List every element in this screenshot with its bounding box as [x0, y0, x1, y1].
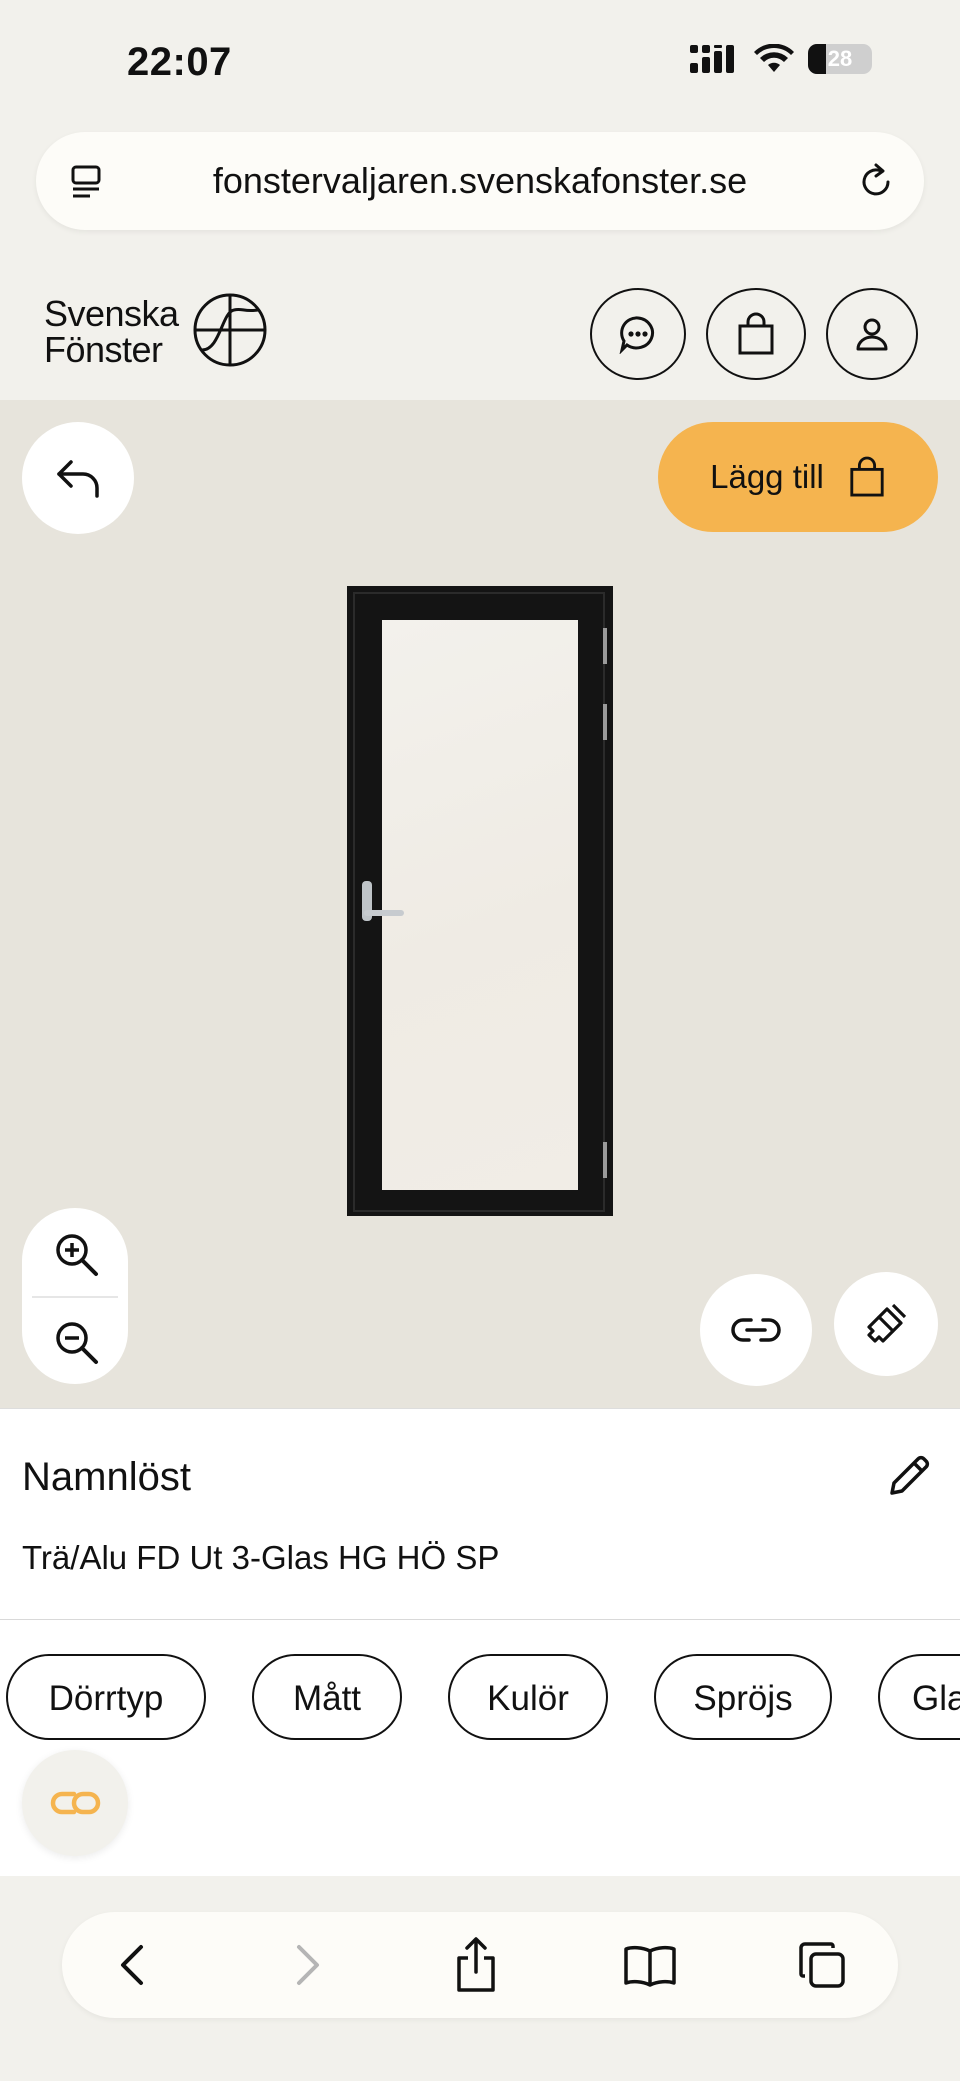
- tab-dorrtyp[interactable]: Dörrtyp: [6, 1654, 206, 1740]
- status-time: 22:07: [127, 40, 232, 84]
- tabs-overview-button[interactable]: [792, 1935, 852, 1995]
- battery-level: 28: [827, 46, 853, 71]
- undo-icon: [57, 460, 99, 498]
- brand-line-2: Fönster: [44, 329, 163, 370]
- brush-icon: [867, 1303, 907, 1343]
- link-icon: [731, 1318, 781, 1342]
- zoom-controls: [22, 1208, 128, 1384]
- product-viewer: Lägg till: [0, 400, 960, 1408]
- back-button[interactable]: [102, 1935, 162, 1995]
- pencil-icon[interactable]: [884, 1451, 934, 1501]
- share-icon: [457, 1937, 495, 1992]
- product-name: Namnlöst: [22, 1455, 191, 1499]
- door-hinge-bottom: [603, 1142, 607, 1178]
- cart-button[interactable]: [706, 288, 806, 380]
- undo-button[interactable]: [22, 422, 134, 534]
- door-hinge-top: [603, 628, 607, 664]
- chat-icon: [619, 316, 654, 354]
- bag-icon: [850, 456, 884, 497]
- brand-logo-text[interactable]: Svenska Fönster: [44, 296, 179, 368]
- back-icon: [121, 1945, 143, 1985]
- share-button[interactable]: [446, 1935, 506, 1995]
- share-link-button[interactable]: [700, 1274, 812, 1386]
- forward-button[interactable]: [278, 1935, 338, 1995]
- color-paint-button[interactable]: [834, 1272, 938, 1376]
- brand-line-1: Svenska: [44, 293, 179, 334]
- zoom-divider: [32, 1296, 118, 1298]
- signal-icon: [690, 45, 734, 73]
- chat-button[interactable]: [590, 288, 686, 380]
- add-to-cart-label: Lägg till: [710, 458, 824, 495]
- bookmarks-icon: [624, 1945, 676, 1987]
- door-hinge-middle: [603, 704, 607, 740]
- user-icon: [856, 318, 888, 351]
- tabs-overview-icon: [799, 1942, 845, 1988]
- bookmarks-button[interactable]: [620, 1935, 680, 1995]
- browser-toolbar: [62, 1912, 898, 2018]
- add-to-cart-button[interactable]: Lägg till: [658, 422, 938, 532]
- tab-sprojs[interactable]: Spröjs: [654, 1654, 832, 1740]
- zoom-out-icon[interactable]: [52, 1318, 100, 1366]
- reload-icon[interactable]: [856, 162, 896, 202]
- address-bar[interactable]: fonstervaljaren.svenskafonster.se: [36, 132, 924, 230]
- tab-glas[interactable]: Glas: [878, 1654, 960, 1740]
- door-handle: [364, 910, 404, 916]
- status-icons: 28: [690, 44, 872, 74]
- tab-matt[interactable]: Mått: [252, 1654, 402, 1740]
- tab-kulor[interactable]: Kulör: [448, 1654, 608, 1740]
- url-text[interactable]: fonstervaljaren.svenskafonster.se: [36, 132, 924, 230]
- forward-icon: [297, 1945, 319, 1985]
- battery-indicator: 28: [808, 44, 872, 74]
- account-button[interactable]: [826, 288, 918, 380]
- wifi-icon: [754, 44, 794, 72]
- config-tabs: Dörrtyp Mått Kulör Spröjs Glas: [0, 1620, 960, 1876]
- chat-widget-button[interactable]: [22, 1750, 128, 1856]
- door-glass: [382, 620, 578, 1190]
- brand-logo-icon[interactable]: [192, 292, 268, 368]
- product-description: Trä/Alu FD Ut 3-Glas HG HÖ SP: [22, 1539, 500, 1576]
- bag-icon: [738, 312, 774, 355]
- chat-widget-icon: [50, 1791, 101, 1815]
- zoom-in-icon[interactable]: [52, 1230, 100, 1278]
- site-header: Svenska Fönster: [0, 268, 960, 400]
- product-info-panel: Namnlöst Trä/Alu FD Ut 3-Glas HG HÖ SP: [0, 1408, 960, 1621]
